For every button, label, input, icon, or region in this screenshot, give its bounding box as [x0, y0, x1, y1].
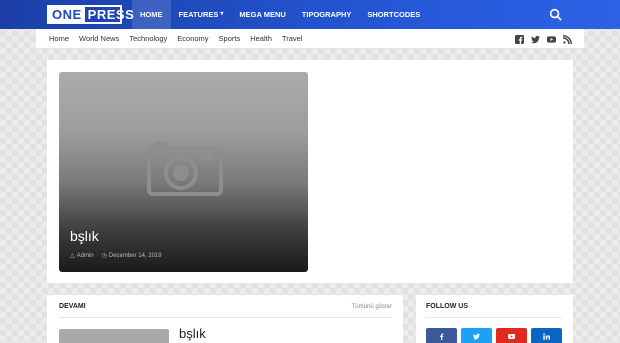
- follow-twitter-button[interactable]: [461, 328, 492, 343]
- twitter-icon[interactable]: [531, 35, 540, 44]
- social-links: [515, 29, 572, 49]
- rss-icon[interactable]: [563, 34, 572, 44]
- follow-youtube-button[interactable]: [496, 328, 527, 343]
- secondary-navbar: Home World News Technology Economy Sport…: [36, 29, 584, 49]
- nav-tipography-label: Tipography: [301, 10, 352, 19]
- nav-features-label: Features: [178, 10, 219, 19]
- follow-linkedin-button[interactable]: [531, 328, 562, 343]
- nav-mega-menu-label: Mega Menu: [239, 10, 286, 19]
- logo-one: ONE: [49, 7, 85, 22]
- featured-post-title[interactable]: bşlık: [70, 228, 99, 244]
- subnav-health[interactable]: Health: [245, 29, 277, 49]
- post-title[interactable]: bşlık: [179, 326, 206, 341]
- main-nav: Home Features ▾ Mega Menu Tipography Shor…: [132, 0, 428, 29]
- twitter-icon: [473, 333, 480, 339]
- divider: [426, 317, 562, 318]
- post-author[interactable]: Admin: [77, 253, 94, 259]
- linkedin-icon: [543, 332, 550, 340]
- search-icon[interactable]: [548, 7, 563, 22]
- featured-post-card[interactable]: bşlık △ Admin ◷ December 14, 2019: [59, 72, 308, 272]
- follow-buttons: [426, 328, 562, 343]
- nav-home[interactable]: Home: [132, 0, 171, 29]
- nav-features[interactable]: Features ▾: [171, 0, 232, 29]
- top-navbar: ONE PRESS Home Features ▾ Mega Menu Tipog…: [0, 0, 620, 29]
- nav-mega-menu[interactable]: Mega Menu: [231, 0, 293, 29]
- subnav-sports[interactable]: Sports: [214, 29, 246, 49]
- chevron-down-icon: ▾: [220, 11, 224, 17]
- subnav-economy[interactable]: Economy: [172, 29, 213, 49]
- youtube-icon[interactable]: [547, 35, 556, 44]
- subnav-world-news[interactable]: World News: [74, 29, 124, 49]
- follow-facebook-button[interactable]: [426, 328, 457, 343]
- camera-icon: [147, 142, 223, 196]
- facebook-icon: [439, 332, 444, 340]
- follow-us-heading: FOLLOW US: [426, 303, 468, 310]
- nav-tipography[interactable]: Tipography: [294, 0, 360, 29]
- subnav-travel[interactable]: Travel: [277, 29, 308, 49]
- subnav-technology[interactable]: Technology: [124, 29, 172, 49]
- devami-widget: DEVAMI Tümünü göster bşlık: [47, 295, 403, 343]
- site-logo[interactable]: ONE PRESS: [47, 5, 134, 24]
- nav-home-label: Home: [140, 10, 163, 19]
- featured-post-meta: △ Admin ◷ December 14, 2019: [70, 252, 162, 260]
- nav-shortcodes-label: Shortcodes: [367, 10, 421, 19]
- subnav-home[interactable]: Home: [44, 29, 74, 49]
- devami-heading: DEVAMI: [59, 303, 86, 310]
- facebook-icon[interactable]: [515, 34, 524, 44]
- logo-press: PRESS: [87, 7, 135, 22]
- post-thumbnail[interactable]: [59, 329, 169, 343]
- clock-icon: ◷: [101, 253, 107, 259]
- follow-us-widget: FOLLOW US: [416, 295, 573, 343]
- youtube-icon: [508, 333, 515, 339]
- post-date: December 14, 2019: [108, 252, 162, 259]
- show-all-link[interactable]: Tümünü göster: [352, 304, 392, 310]
- main-content: bşlık △ Admin ◷ December 14, 2019: [47, 60, 573, 283]
- category-nav: Home World News Technology Economy Sport…: [44, 29, 307, 49]
- divider: [59, 317, 392, 318]
- author-icon: △: [70, 253, 75, 259]
- nav-shortcodes[interactable]: Shortcodes: [359, 0, 428, 29]
